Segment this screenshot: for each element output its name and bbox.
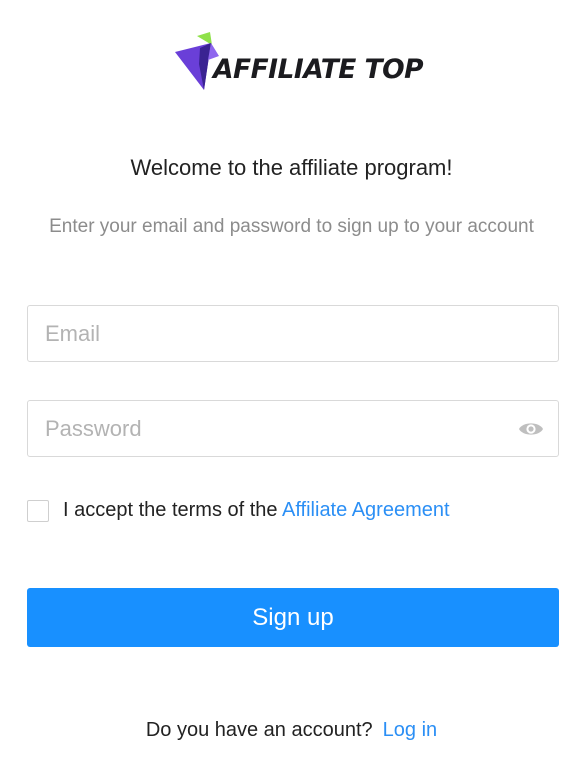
eye-icon[interactable]: [518, 419, 544, 439]
page-title: Welcome to the affiliate program!: [130, 155, 453, 180]
affiliate-agreement-link[interactable]: Affiliate Agreement: [282, 499, 450, 521]
log-in-link[interactable]: Log in: [383, 719, 438, 741]
logo-text: AFFILIATE TOP: [213, 54, 424, 85]
account-question: Do you have an account?: [145, 719, 373, 741]
terms-checkbox[interactable]: [27, 500, 49, 522]
email-field[interactable]: [28, 306, 558, 361]
brand-logo: AFFILIATE TOP: [175, 30, 424, 94]
page-subtitle: Enter your email and password to sign up…: [49, 216, 534, 237]
login-prompt: Do you have an account? Log in: [0, 719, 583, 742]
sign-up-button[interactable]: Sign up: [27, 588, 559, 647]
terms-label: I accept the terms of the Affiliate Agre…: [63, 499, 450, 522]
email-field-container: [27, 305, 559, 362]
terms-prefix: I accept the terms of the: [63, 499, 283, 521]
password-field[interactable]: [28, 401, 558, 456]
password-field-container: [27, 400, 559, 457]
